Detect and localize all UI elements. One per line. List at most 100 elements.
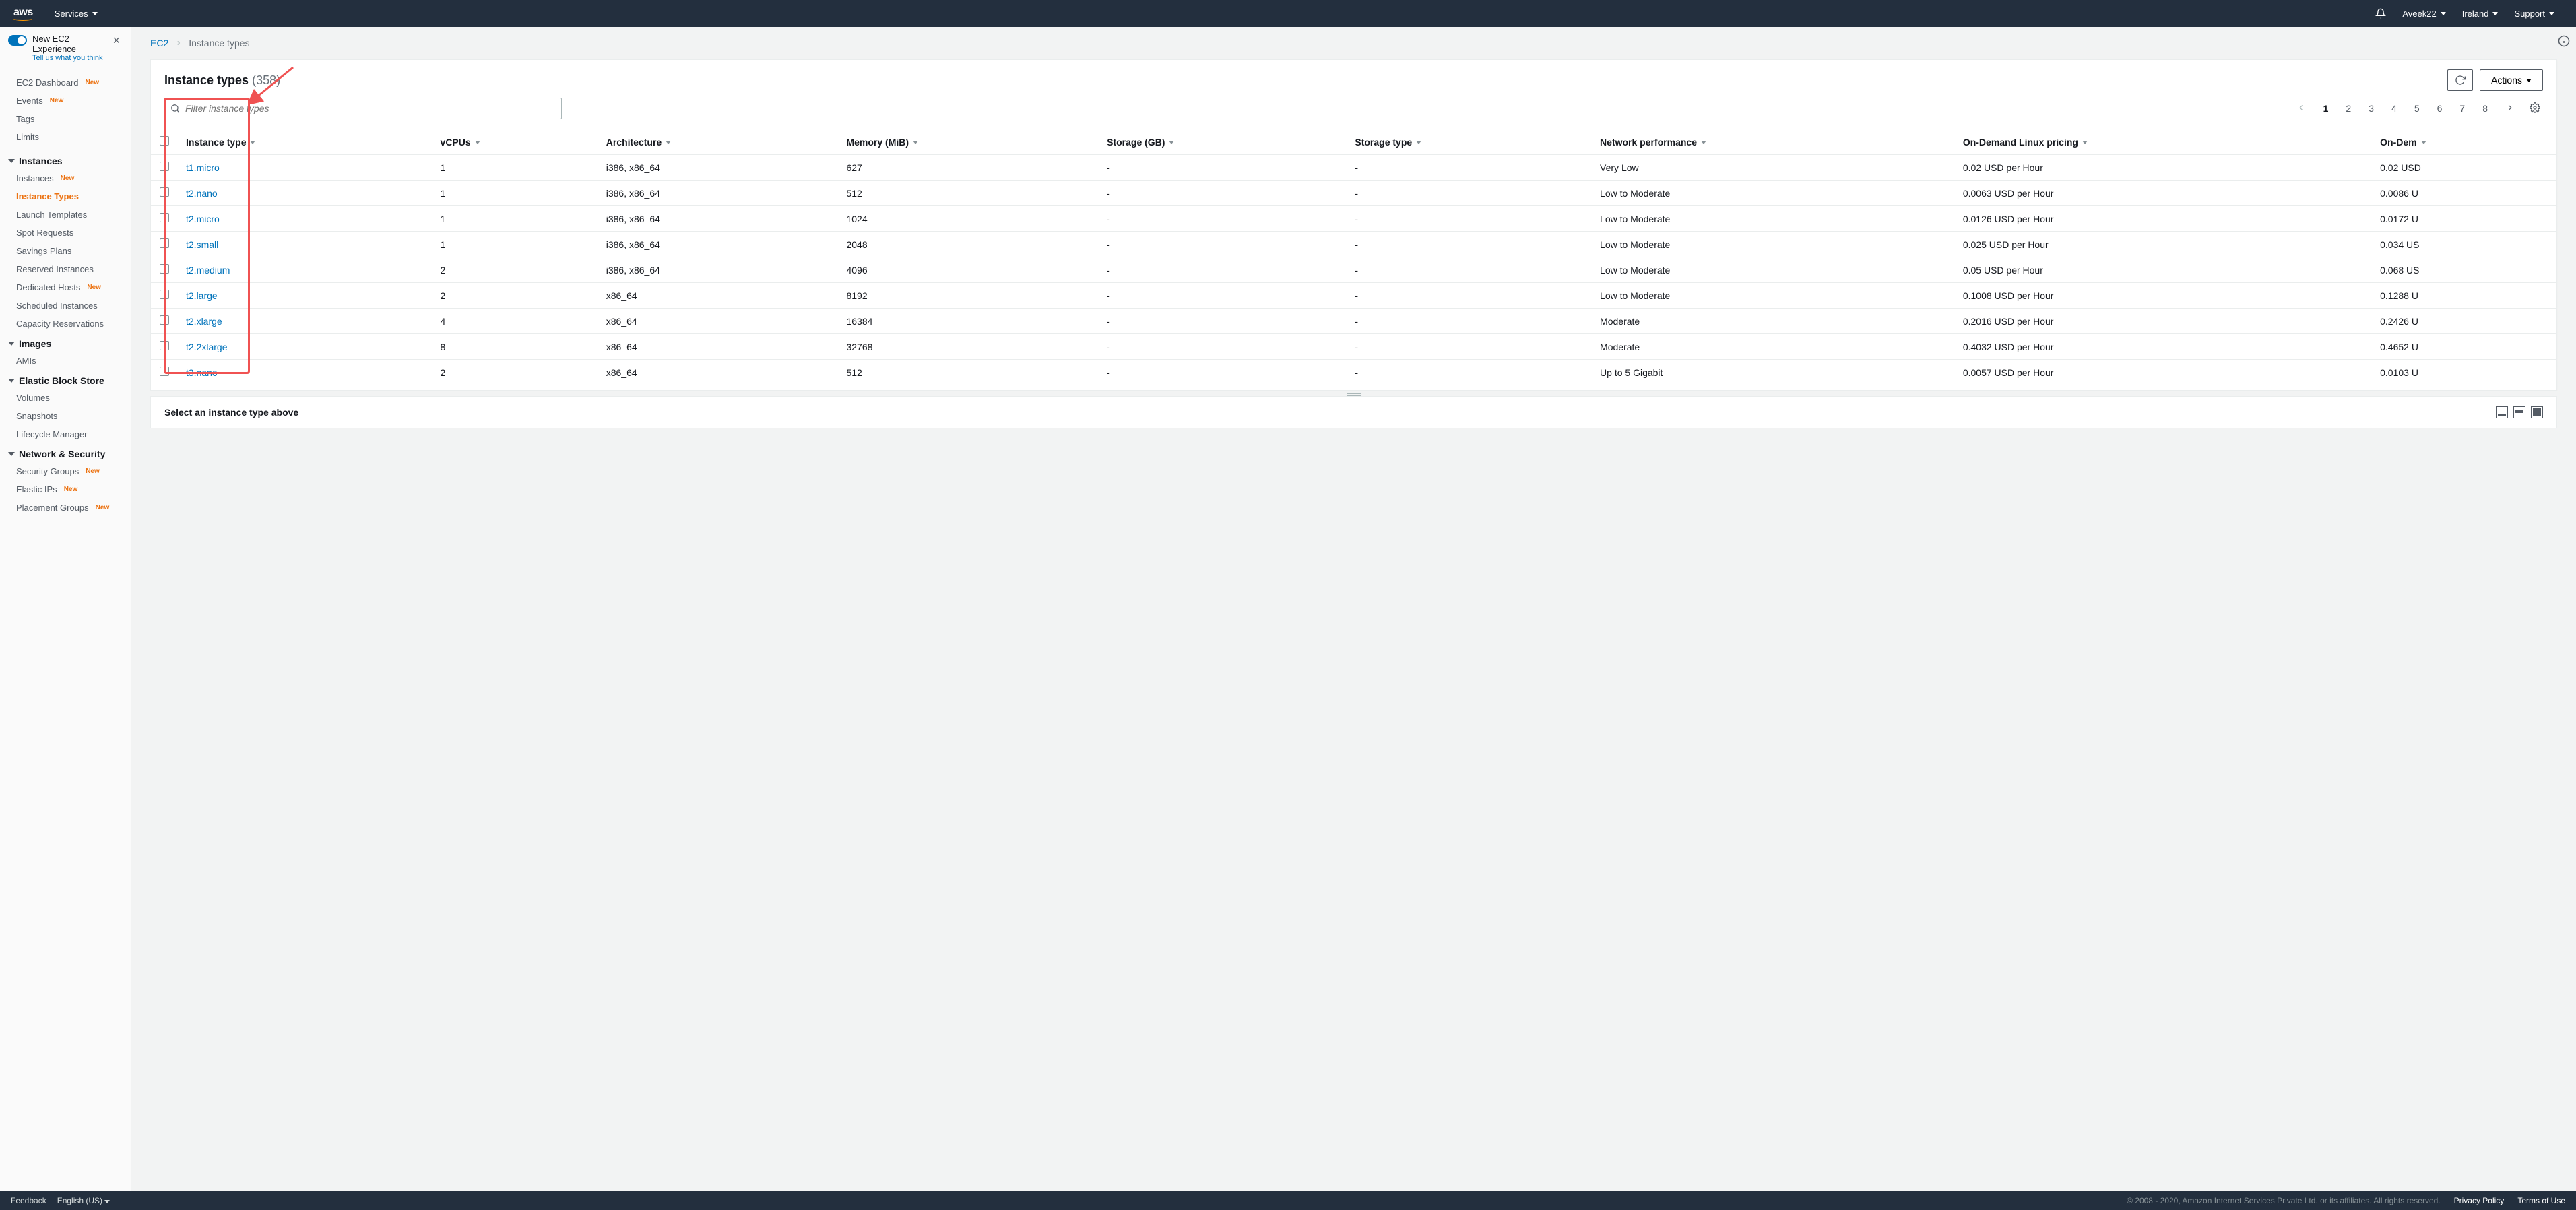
- services-menu[interactable]: Services: [46, 9, 106, 19]
- filter-input[interactable]: [185, 103, 556, 114]
- privacy-policy-link[interactable]: Privacy Policy: [2454, 1196, 2505, 1205]
- column-header-vcpus[interactable]: vCPUs: [432, 129, 598, 155]
- instance-type-link[interactable]: t3.micro: [178, 385, 432, 391]
- support-menu[interactable]: Support: [2506, 9, 2563, 19]
- sidebar-item-capacity-reservations[interactable]: Capacity Reservations: [0, 315, 131, 333]
- language-menu[interactable]: English (US): [57, 1196, 110, 1205]
- instance-type-link[interactable]: t3.nano: [178, 360, 432, 385]
- help-panel-toggle[interactable]: [2552, 27, 2576, 49]
- sidebar-item-spot-requests[interactable]: Spot Requests: [0, 224, 131, 242]
- page-number-7[interactable]: 7: [2457, 102, 2468, 115]
- page-number-8[interactable]: 8: [2480, 102, 2490, 115]
- page-number-6[interactable]: 6: [2435, 102, 2445, 115]
- sidebar-item-reserved-instances[interactable]: Reserved Instances: [0, 260, 131, 278]
- column-header-memory-mib-[interactable]: Memory (MiB): [838, 129, 1099, 155]
- row-checkbox[interactable]: [160, 367, 169, 376]
- actions-button[interactable]: Actions: [2480, 69, 2543, 91]
- refresh-button[interactable]: [2447, 69, 2473, 91]
- instance-type-link[interactable]: t2.micro: [178, 206, 432, 232]
- sidebar-heading-network-security[interactable]: Network & Security: [0, 443, 131, 462]
- view-bottom-icon[interactable]: [2496, 406, 2508, 418]
- sidebar-item-instance-types[interactable]: Instance Types: [0, 187, 131, 205]
- aws-logo[interactable]: aws: [13, 7, 33, 21]
- table-row: t2.nano1i386, x86_64512--Low to Moderate…: [151, 181, 2556, 206]
- instance-type-link[interactable]: t2.medium: [178, 257, 432, 283]
- sidebar-heading-images[interactable]: Images: [0, 333, 131, 352]
- next-page-button[interactable]: [2503, 102, 2517, 116]
- page-number-4[interactable]: 4: [2389, 102, 2400, 115]
- sidebar-item-security-groups[interactable]: Security GroupsNew: [0, 462, 131, 480]
- prev-page-button[interactable]: [2294, 102, 2309, 116]
- services-label: Services: [55, 9, 88, 19]
- row-checkbox[interactable]: [160, 162, 169, 171]
- column-header-on-dem[interactable]: On-Dem: [2372, 129, 2556, 155]
- user-menu[interactable]: Aveek22: [2394, 9, 2453, 19]
- cell: 0.1288 U: [2372, 283, 2556, 309]
- instance-type-link[interactable]: t2.nano: [178, 181, 432, 206]
- filter-search-box[interactable]: [164, 98, 562, 119]
- close-icon[interactable]: ×: [110, 34, 123, 48]
- instance-type-link[interactable]: t2.small: [178, 232, 432, 257]
- sidebar-heading-instances[interactable]: Instances: [0, 150, 131, 169]
- select-all-checkbox[interactable]: [160, 136, 169, 146]
- sidebar-item-placement-groups[interactable]: Placement GroupsNew: [0, 499, 131, 517]
- sidebar-item-volumes[interactable]: Volumes: [0, 389, 131, 407]
- page-number-2[interactable]: 2: [2343, 102, 2354, 115]
- row-checkbox[interactable]: [160, 315, 169, 325]
- sidebar-item-savings-plans[interactable]: Savings Plans: [0, 242, 131, 260]
- experience-feedback-link[interactable]: Tell us what you think: [32, 54, 110, 62]
- row-checkbox[interactable]: [160, 264, 169, 274]
- sidebar-item-elastic-ips[interactable]: Elastic IPsNew: [0, 480, 131, 499]
- sidebar-item-ec2-dashboard[interactable]: EC2 DashboardNew: [0, 73, 131, 92]
- view-split-icon[interactable]: [2513, 406, 2525, 418]
- cell: -: [1099, 309, 1347, 334]
- footer: Feedback English (US) © 2008 - 2020, Ama…: [0, 1191, 2576, 1210]
- sidebar-item-amis[interactable]: AMIs: [0, 352, 131, 370]
- row-checkbox[interactable]: [160, 290, 169, 299]
- cell: -: [1347, 181, 1592, 206]
- panel-splitter[interactable]: [150, 391, 2557, 396]
- column-header-on-demand-linux-pricing[interactable]: On-Demand Linux pricing: [1955, 129, 2372, 155]
- sidebar-item-limits[interactable]: Limits: [0, 128, 131, 146]
- sidebar-item-events[interactable]: EventsNew: [0, 92, 131, 110]
- view-full-icon[interactable]: [2531, 406, 2543, 418]
- feedback-link[interactable]: Feedback: [11, 1196, 46, 1205]
- column-header-storage-type[interactable]: Storage type: [1347, 129, 1592, 155]
- page-number-3[interactable]: 3: [2366, 102, 2377, 115]
- row-checkbox[interactable]: [160, 213, 169, 222]
- cell: i386, x86_64: [598, 257, 839, 283]
- column-header-instance-type[interactable]: Instance type: [178, 129, 432, 155]
- terms-of-use-link[interactable]: Terms of Use: [2517, 1196, 2565, 1205]
- experience-toggle[interactable]: [8, 35, 27, 46]
- instance-type-link[interactable]: t1.micro: [178, 155, 432, 181]
- instance-type-link[interactable]: t2.2xlarge: [178, 334, 432, 360]
- breadcrumb-root[interactable]: EC2: [150, 38, 168, 49]
- row-checkbox[interactable]: [160, 238, 169, 248]
- sidebar-item-instances[interactable]: InstancesNew: [0, 169, 131, 187]
- cell: -: [1099, 257, 1347, 283]
- region-menu[interactable]: Ireland: [2454, 9, 2507, 19]
- sidebar-item-lifecycle-manager[interactable]: Lifecycle Manager: [0, 425, 131, 443]
- row-checkbox[interactable]: [160, 187, 169, 197]
- sidebar-item-scheduled-instances[interactable]: Scheduled Instances: [0, 296, 131, 315]
- page-number-5[interactable]: 5: [2412, 102, 2422, 115]
- notifications-icon[interactable]: [2367, 8, 2394, 19]
- sidebar-item-launch-templates[interactable]: Launch Templates: [0, 205, 131, 224]
- sidebar-item-dedicated-hosts[interactable]: Dedicated HostsNew: [0, 278, 131, 296]
- table-row: t2.medium2i386, x86_644096--Low to Moder…: [151, 257, 2556, 283]
- cell: 0.0063 USD per Hour: [1955, 181, 2372, 206]
- column-header-storage-gb-[interactable]: Storage (GB): [1099, 129, 1347, 155]
- sidebar-item-tags[interactable]: Tags: [0, 110, 131, 128]
- cell: i386, x86_64: [598, 155, 839, 181]
- column-header-architecture[interactable]: Architecture: [598, 129, 839, 155]
- instance-type-link[interactable]: t2.xlarge: [178, 309, 432, 334]
- sidebar-heading-elastic-block-store[interactable]: Elastic Block Store: [0, 370, 131, 389]
- row-checkbox[interactable]: [160, 341, 169, 350]
- instance-types-table-scroll[interactable]: Instance typevCPUsArchitectureMemory (Mi…: [151, 129, 2556, 390]
- settings-icon[interactable]: [2527, 101, 2543, 117]
- cell: 2: [432, 385, 598, 391]
- sidebar-item-snapshots[interactable]: Snapshots: [0, 407, 131, 425]
- page-number-1[interactable]: 1: [2321, 102, 2331, 115]
- instance-type-link[interactable]: t2.large: [178, 283, 432, 309]
- column-header-network-performance[interactable]: Network performance: [1592, 129, 1955, 155]
